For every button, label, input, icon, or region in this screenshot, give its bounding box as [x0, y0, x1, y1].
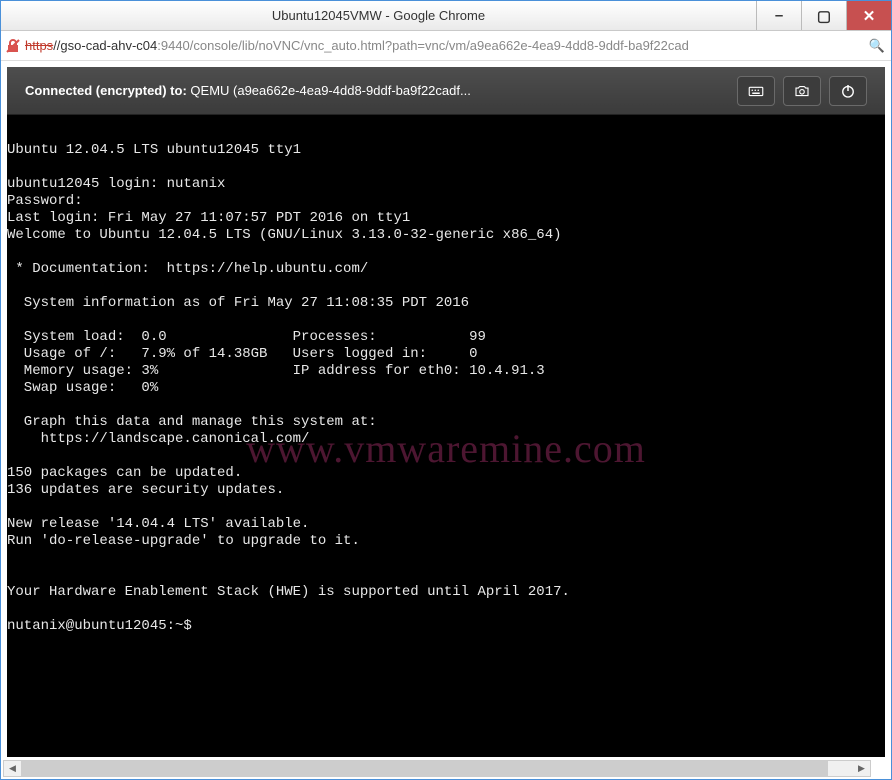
screenshot-button[interactable]	[783, 76, 821, 106]
camera-icon	[793, 82, 811, 100]
terminal-text: Ubuntu 12.04.5 LTS ubuntu12045 tty1 ubun…	[7, 125, 885, 635]
minimize-button[interactable]: –	[756, 1, 801, 30]
horizontal-scrollbar[interactable]: ◀ ▶	[3, 760, 871, 777]
address-bar[interactable]: https//gso-cad-ahv-c04:9440/console/lib/…	[1, 31, 891, 61]
vnc-status-prefix: Connected (encrypted) to:	[25, 83, 190, 98]
url-host: //gso-cad-ahv-c04	[53, 38, 157, 53]
ssl-warning-icon	[5, 38, 21, 54]
zoom-icon[interactable]: 🔍	[867, 38, 887, 54]
url-path: /console/lib/noVNC/vnc_auto.html?path=vn…	[190, 38, 689, 53]
keyboard-icon	[747, 82, 765, 100]
scroll-left-button[interactable]: ◀	[4, 761, 21, 776]
window-buttons: – ▢ ✕	[756, 1, 891, 30]
vnc-buttons	[737, 76, 867, 106]
url-text[interactable]: https//gso-cad-ahv-c04:9440/console/lib/…	[25, 38, 863, 53]
power-icon	[839, 82, 857, 100]
scroll-right-button[interactable]: ▶	[853, 761, 870, 776]
window-titlebar[interactable]: Ubuntu12045VMW - Google Chrome – ▢ ✕	[1, 1, 891, 31]
browser-window: Ubuntu12045VMW - Google Chrome – ▢ ✕ htt…	[0, 0, 892, 780]
vnc-status: Connected (encrypted) to: QEMU (a9ea662e…	[25, 83, 737, 98]
terminal-output[interactable]: Ubuntu 12.04.5 LTS ubuntu12045 tty1 ubun…	[7, 115, 885, 757]
url-port: :9440	[157, 38, 190, 53]
maximize-button[interactable]: ▢	[801, 1, 846, 30]
send-keys-button[interactable]	[737, 76, 775, 106]
content-area: Connected (encrypted) to: QEMU (a9ea662e…	[1, 61, 891, 779]
url-protocol: https	[25, 38, 53, 53]
vnc-toolbar: Connected (encrypted) to: QEMU (a9ea662e…	[7, 67, 885, 115]
vnc-frame: Connected (encrypted) to: QEMU (a9ea662e…	[7, 67, 885, 757]
power-button[interactable]	[829, 76, 867, 106]
close-button[interactable]: ✕	[846, 1, 891, 30]
window-title: Ubuntu12045VMW - Google Chrome	[1, 8, 756, 23]
vnc-status-target: QEMU (a9ea662e-4ea9-4dd8-9ddf-ba9f22cadf…	[190, 83, 470, 98]
scroll-track[interactable]	[21, 761, 853, 776]
scroll-thumb[interactable]	[21, 761, 828, 776]
